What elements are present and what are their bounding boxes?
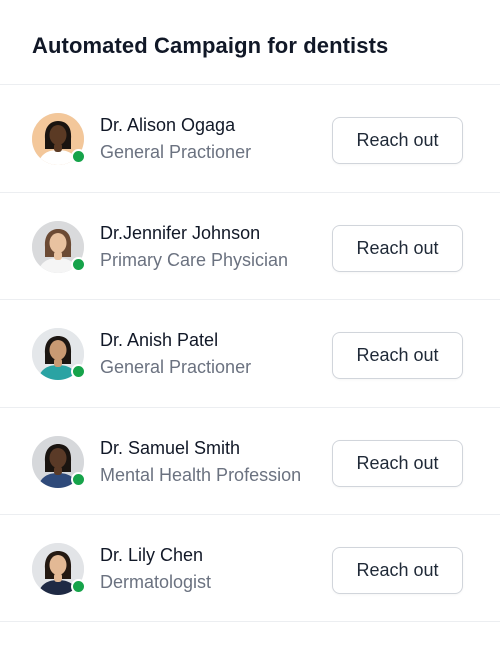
online-status-dot	[71, 149, 86, 164]
online-status-dot	[71, 579, 86, 594]
online-status-dot	[71, 471, 86, 487]
doctor-role: Mental Health Professional	[100, 464, 300, 485]
list-item: Dr. Alison Ogaga General Practioner Reac…	[0, 84, 500, 192]
doctor-name: Dr. Anish Patel	[100, 330, 219, 350]
reach-out-button[interactable]: Reach out	[332, 224, 463, 272]
avatar	[32, 220, 86, 273]
list-item: Dr. Samuel Smith Mental Health Professio…	[0, 406, 500, 515]
doctor-role: Dermatologist	[100, 572, 212, 592]
list-item: Dr. Anish Patel General Practioner Reach…	[0, 299, 500, 407]
online-status-dot	[71, 364, 86, 379]
doctor-role: General Practioner	[100, 357, 252, 377]
doctor-role: General Practioner	[100, 142, 252, 162]
avatar	[32, 543, 86, 595]
campaign-card: Automated Campaign for dentists Dr. Alis…	[0, 0, 500, 645]
reach-out-button[interactable]: Reach out	[332, 547, 463, 594]
reach-out-button[interactable]: Reach out	[332, 439, 463, 487]
reach-out-button[interactable]: Reach out	[332, 117, 463, 164]
doctor-list: Dr. Alison Ogaga General Practioner Reac…	[0, 84, 500, 622]
avatar	[32, 328, 86, 380]
avatar	[32, 113, 86, 165]
doctor-name: Dr. Alison Ogaga	[100, 115, 236, 135]
doctor-name: Dr. Samuel Smith	[100, 437, 241, 458]
reach-out-button[interactable]: Reach out	[332, 332, 463, 379]
list-item: Dr. Lily Chen Dermatologist Reach out	[0, 514, 500, 622]
doctor-name: Dr. Lily Chen	[100, 545, 204, 565]
avatar	[32, 435, 86, 488]
list-item: Dr.Jennifer Johnson Primary Care Physici…	[0, 191, 500, 300]
page-title: Automated Campaign for dentists	[32, 33, 389, 58]
online-status-dot	[71, 256, 86, 272]
doctor-role: Primary Care Physician	[100, 249, 289, 270]
doctor-name: Dr.Jennifer Johnson	[100, 222, 261, 243]
